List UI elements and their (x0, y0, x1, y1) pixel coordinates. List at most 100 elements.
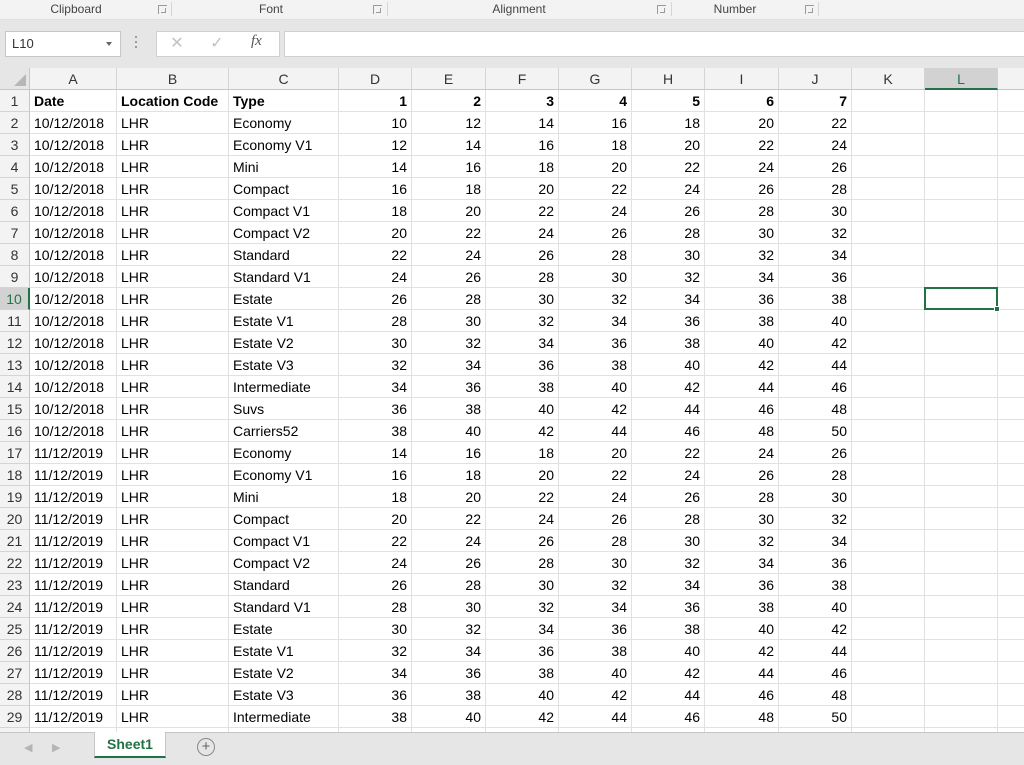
cell-m6[interactable] (998, 200, 1024, 222)
cell-a14[interactable]: 10/12/2018 (30, 376, 117, 398)
cell-d6[interactable]: 18 (339, 200, 412, 222)
cell-m9[interactable] (998, 266, 1024, 288)
cell-f4[interactable]: 18 (486, 156, 559, 178)
cell-k19[interactable] (852, 486, 925, 508)
cell-l27[interactable] (925, 662, 998, 684)
cell-g21[interactable]: 28 (559, 530, 632, 552)
cell-l10[interactable] (925, 288, 998, 310)
column-header-d[interactable]: D (339, 68, 412, 90)
cell-e21[interactable]: 24 (412, 530, 486, 552)
row-header-28[interactable]: 28 (0, 684, 30, 706)
cell-e3[interactable]: 14 (412, 134, 486, 156)
cell-m13[interactable] (998, 354, 1024, 376)
row-header-10[interactable]: 10 (0, 288, 30, 310)
cell-b29[interactable]: LHR (117, 706, 229, 728)
cell-e26[interactable]: 34 (412, 640, 486, 662)
cell-i26[interactable]: 42 (705, 640, 779, 662)
cell-c6[interactable]: Compact V1 (229, 200, 339, 222)
cell-m15[interactable] (998, 398, 1024, 420)
cell-l29[interactable] (925, 706, 998, 728)
cell-c26[interactable]: Estate V1 (229, 640, 339, 662)
cell-f25[interactable]: 34 (486, 618, 559, 640)
cell-a4[interactable]: 10/12/2018 (30, 156, 117, 178)
cell-b6[interactable]: LHR (117, 200, 229, 222)
cell-j11[interactable]: 40 (779, 310, 852, 332)
cell-b22[interactable]: LHR (117, 552, 229, 574)
cell-d24[interactable]: 28 (339, 596, 412, 618)
cell-b17[interactable]: LHR (117, 442, 229, 464)
cell-i28[interactable]: 46 (705, 684, 779, 706)
cell-m25[interactable] (998, 618, 1024, 640)
cell-f3[interactable]: 16 (486, 134, 559, 156)
cell-b9[interactable]: LHR (117, 266, 229, 288)
cell-f26[interactable]: 36 (486, 640, 559, 662)
cell-h23[interactable]: 34 (632, 574, 705, 596)
cell-h29[interactable]: 46 (632, 706, 705, 728)
cell-a11[interactable]: 10/12/2018 (30, 310, 117, 332)
cell-e29[interactable]: 40 (412, 706, 486, 728)
cell-f9[interactable]: 28 (486, 266, 559, 288)
cell-g13[interactable]: 38 (559, 354, 632, 376)
cell-b23[interactable]: LHR (117, 574, 229, 596)
cell-d26[interactable]: 32 (339, 640, 412, 662)
cell-k29[interactable] (852, 706, 925, 728)
cell-m2[interactable] (998, 112, 1024, 134)
cell-a15[interactable]: 10/12/2018 (30, 398, 117, 420)
cell-g7[interactable]: 26 (559, 222, 632, 244)
cell-a18[interactable]: 11/12/2019 (30, 464, 117, 486)
cell-k13[interactable] (852, 354, 925, 376)
cell-e1[interactable]: 2 (412, 90, 486, 112)
cell-j10[interactable]: 38 (779, 288, 852, 310)
cell-j20[interactable]: 32 (779, 508, 852, 530)
cell-a27[interactable]: 11/12/2019 (30, 662, 117, 684)
cell-f5[interactable]: 20 (486, 178, 559, 200)
cell-c17[interactable]: Economy (229, 442, 339, 464)
cell-f14[interactable]: 38 (486, 376, 559, 398)
cell-m11[interactable] (998, 310, 1024, 332)
cell-k21[interactable] (852, 530, 925, 552)
cell-m3[interactable] (998, 134, 1024, 156)
cell-j7[interactable]: 32 (779, 222, 852, 244)
cell-h1[interactable]: 5 (632, 90, 705, 112)
cell-e9[interactable]: 26 (412, 266, 486, 288)
cell-h16[interactable]: 46 (632, 420, 705, 442)
cell-c25[interactable]: Estate (229, 618, 339, 640)
worksheet-grid[interactable]: A B C D E F G H I J K L 1 Date Location Code Type 1 2 3 4 5 6… (0, 68, 1024, 732)
cell-m23[interactable] (998, 574, 1024, 596)
cell-j18[interactable]: 28 (779, 464, 852, 486)
cell-j2[interactable]: 22 (779, 112, 852, 134)
cancel-icon[interactable]: ✕ (165, 34, 189, 54)
cell-h21[interactable]: 30 (632, 530, 705, 552)
cell-i27[interactable]: 44 (705, 662, 779, 684)
cell-f11[interactable]: 32 (486, 310, 559, 332)
cell-c16[interactable]: Carriers52 (229, 420, 339, 442)
cell-c9[interactable]: Standard V1 (229, 266, 339, 288)
cell-c7[interactable]: Compact V2 (229, 222, 339, 244)
cell-k16[interactable] (852, 420, 925, 442)
cell-g20[interactable]: 26 (559, 508, 632, 530)
row-header-3[interactable]: 3 (0, 134, 30, 156)
cell-b10[interactable]: LHR (117, 288, 229, 310)
row-header-27[interactable]: 27 (0, 662, 30, 684)
cell-c20[interactable]: Compact (229, 508, 339, 530)
cell-g2[interactable]: 16 (559, 112, 632, 134)
cell-i10[interactable]: 36 (705, 288, 779, 310)
cell-a6[interactable]: 10/12/2018 (30, 200, 117, 222)
cell-b25[interactable]: LHR (117, 618, 229, 640)
cell-l23[interactable] (925, 574, 998, 596)
cell-h5[interactable]: 24 (632, 178, 705, 200)
cell-d15[interactable]: 36 (339, 398, 412, 420)
cell-a23[interactable]: 11/12/2019 (30, 574, 117, 596)
cell-l13[interactable] (925, 354, 998, 376)
column-header-a[interactable]: A (30, 68, 117, 90)
cell-g22[interactable]: 30 (559, 552, 632, 574)
row-header-18[interactable]: 18 (0, 464, 30, 486)
cell-j5[interactable]: 28 (779, 178, 852, 200)
cell-f7[interactable]: 24 (486, 222, 559, 244)
cell-c14[interactable]: Intermediate (229, 376, 339, 398)
cell-a9[interactable]: 10/12/2018 (30, 266, 117, 288)
cell-l28[interactable] (925, 684, 998, 706)
cell-j21[interactable]: 34 (779, 530, 852, 552)
cell-e10[interactable]: 28 (412, 288, 486, 310)
cell-i12[interactable]: 40 (705, 332, 779, 354)
